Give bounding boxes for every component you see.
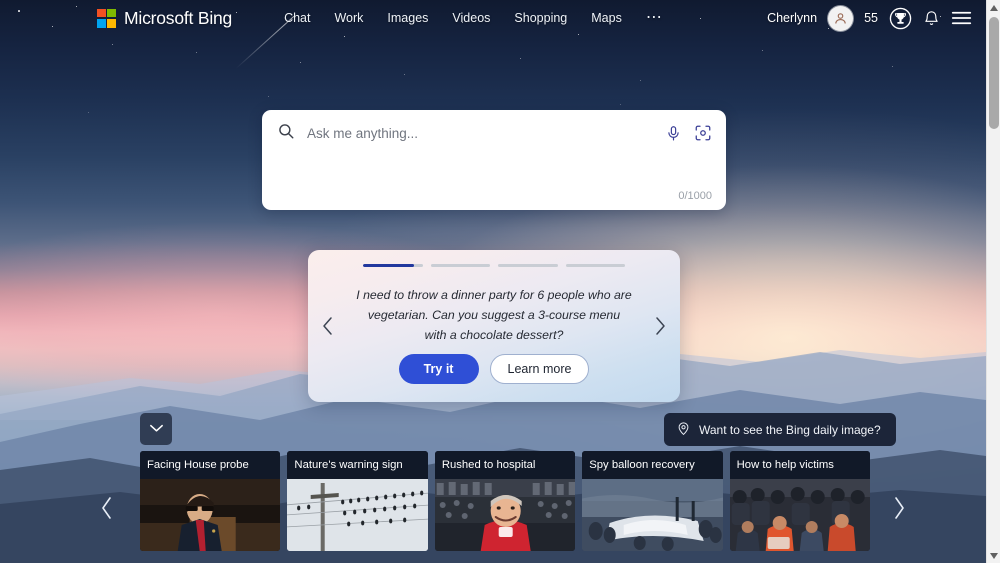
news-card-title: Nature's warning sign — [287, 451, 428, 479]
scroll-up-arrow-icon[interactable] — [987, 0, 1000, 15]
bing-homepage: Microsoft Bing Chat Work Images Videos S… — [0, 0, 1000, 563]
suggestion-buttons: Try it Learn more — [308, 354, 680, 384]
nav-item-work[interactable]: Work — [334, 11, 363, 25]
nav-item-images[interactable]: Images — [387, 11, 428, 25]
suggestion-carousel-card: I need to throw a dinner party for 6 peo… — [308, 250, 680, 402]
search-box[interactable]: Ask me anything... 0/1000 — [262, 110, 726, 210]
bell-icon[interactable] — [923, 10, 940, 27]
nav-item-shopping[interactable]: Shopping — [514, 11, 567, 25]
news-carousel: Facing House probe Nature's warning sign — [140, 451, 871, 551]
top-header: Microsoft Bing Chat Work Images Videos S… — [0, 0, 986, 36]
news-card-title: Facing House probe — [140, 451, 281, 479]
rewards-points: 55 — [864, 11, 878, 25]
collapse-news-button[interactable] — [140, 413, 172, 445]
logo-text: Microsoft Bing — [124, 7, 233, 28]
search-action-icons — [665, 124, 712, 142]
vertical-scrollbar[interactable] — [986, 0, 1000, 563]
main-nav: Chat Work Images Videos Shopping Maps ⋯ — [284, 10, 663, 26]
news-card[interactable]: Nature's warning sign — [287, 451, 428, 551]
news-card-image — [140, 479, 281, 551]
news-card-image — [434, 479, 576, 551]
header-right-group: Cherlynn 55 — [767, 5, 972, 31]
visual-search-camera-icon[interactable] — [694, 124, 712, 142]
user-name: Cherlynn — [767, 11, 818, 25]
scrollbar-thumb[interactable] — [989, 17, 999, 129]
news-card-image — [287, 479, 428, 551]
news-card-image — [582, 479, 723, 551]
character-counter: 0/1000 — [678, 190, 712, 202]
learn-more-button[interactable]: Learn more — [489, 354, 590, 384]
carousel-progress-segment[interactable] — [498, 264, 558, 267]
news-card[interactable]: Rushed to hospital — [434, 451, 576, 551]
news-prev-button[interactable] — [92, 488, 122, 528]
search-input[interactable]: Ask me anything... — [307, 126, 665, 141]
nav-item-videos[interactable]: Videos — [452, 11, 490, 25]
daily-image-label: Want to see the Bing daily image? — [699, 422, 881, 437]
user-avatar-icon[interactable] — [828, 5, 854, 31]
hamburger-menu-icon[interactable] — [951, 10, 972, 26]
carousel-progress — [363, 264, 625, 268]
search-icon — [277, 122, 295, 145]
suggestion-text: I need to throw a dinner party for 6 peo… — [356, 288, 632, 342]
microphone-icon[interactable] — [665, 125, 682, 142]
chevron-down-icon — [149, 420, 164, 438]
nav-more-button[interactable]: ⋯ — [646, 10, 663, 26]
carousel-progress-segment[interactable] — [430, 264, 490, 267]
microsoft-logo-icon — [97, 8, 116, 28]
carousel-progress-segment[interactable] — [565, 264, 625, 267]
news-card-image — [729, 479, 871, 551]
daily-image-prompt[interactable]: Want to see the Bing daily image? — [664, 413, 896, 446]
news-card[interactable]: Facing House probe — [140, 451, 281, 551]
search-input-row: Ask me anything... — [262, 110, 726, 156]
news-card[interactable]: How to help victims — [729, 451, 871, 551]
news-next-button[interactable] — [884, 488, 914, 528]
news-card-title: Spy balloon recovery — [582, 451, 723, 479]
carousel-next-button[interactable] — [652, 315, 668, 337]
rewards-trophy-icon[interactable] — [889, 7, 912, 30]
news-card[interactable]: Spy balloon recovery — [582, 451, 723, 551]
scroll-down-arrow-icon[interactable] — [987, 548, 1000, 563]
nav-item-chat[interactable]: Chat — [284, 11, 310, 25]
try-it-button[interactable]: Try it — [398, 354, 479, 384]
nav-item-maps[interactable]: Maps — [591, 11, 622, 25]
location-pin-icon — [676, 421, 691, 439]
carousel-prev-button[interactable] — [320, 315, 336, 337]
bing-logo[interactable]: Microsoft Bing — [97, 8, 232, 29]
news-card-title: Rushed to hospital — [434, 451, 576, 479]
carousel-progress-segment[interactable] — [363, 264, 423, 267]
news-card-title: How to help victims — [729, 451, 871, 479]
